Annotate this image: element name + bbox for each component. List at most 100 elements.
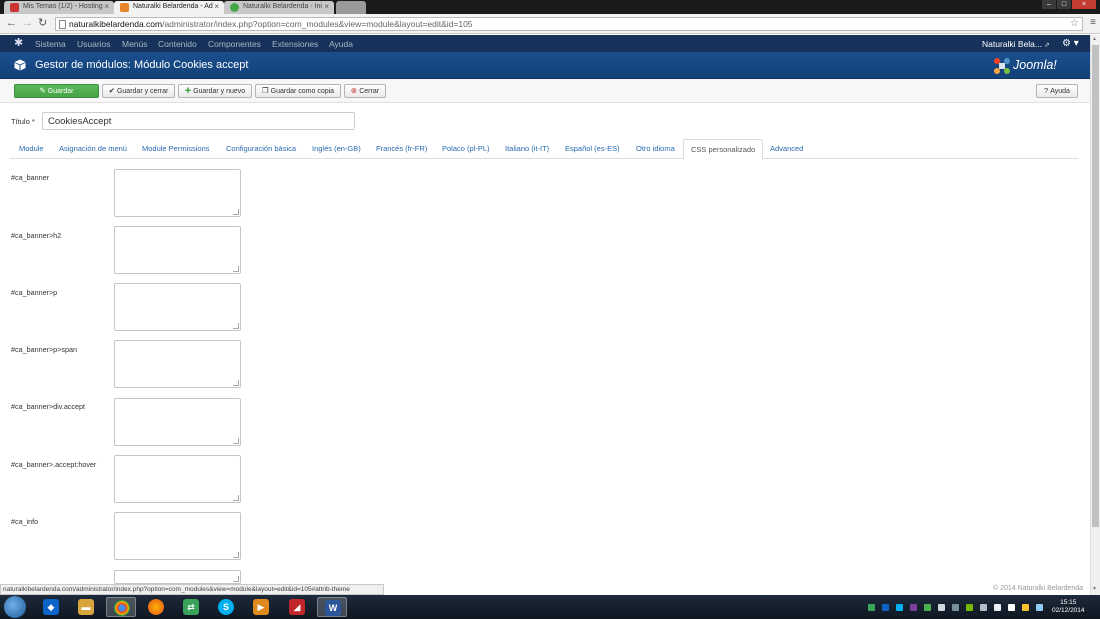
menu-usuarios[interactable]: Usuarios xyxy=(77,39,111,49)
site-link[interactable]: Naturalki Bela... ⇗ xyxy=(982,39,1050,49)
taskbar-filezilla[interactable]: ◢ xyxy=(282,597,312,617)
windows-taskbar: ◆ ▬ ⇄ S ▶ ◢ W xyxy=(0,595,1100,619)
field-label-ca-banner-h2: #ca_banner>h2 xyxy=(11,231,62,240)
close-tab-icon[interactable]: × xyxy=(324,2,329,11)
taskbar-word[interactable]: W xyxy=(317,597,347,617)
css-textarea-ca-banner[interactable] xyxy=(114,169,241,217)
taskbar-dropbox[interactable]: ◆ xyxy=(36,597,66,617)
module-tabs: Module Asignación de menú Module Permiss… xyxy=(10,139,1078,160)
browser-menu-icon[interactable]: ≡ xyxy=(1090,18,1096,28)
tab-advanced[interactable]: Advanced xyxy=(770,144,803,153)
menu-componentes[interactable]: Componentes xyxy=(208,39,261,49)
joomla-favicon-icon xyxy=(120,3,129,12)
field-label-ca-banner-accept: #ca_banner>div.accept xyxy=(11,402,85,411)
close-tab-icon[interactable]: × xyxy=(214,2,219,11)
css-textarea-ca-banner-accept-hover[interactable] xyxy=(114,455,241,503)
back-arrow-icon[interactable]: ← xyxy=(6,18,17,29)
save-close-label: Guardar y cerrar xyxy=(116,88,169,95)
css-textarea-ca-info[interactable] xyxy=(114,512,241,560)
start-button[interactable] xyxy=(4,596,26,618)
scroll-down-icon[interactable]: ▼ xyxy=(1092,586,1097,592)
save-close-button[interactable]: ✔ Guardar y cerrar xyxy=(102,84,175,98)
css-textarea-ca-banner-h2[interactable] xyxy=(114,226,241,274)
reload-icon[interactable]: ↻ xyxy=(38,18,47,29)
tray-sync-icon[interactable] xyxy=(868,604,875,611)
tray-flag-icon[interactable] xyxy=(1008,604,1015,611)
menu-sistema[interactable]: Sistema xyxy=(35,39,66,49)
help-button[interactable]: ? Ayuda xyxy=(1036,84,1078,98)
tray-nvidia-icon[interactable] xyxy=(966,604,973,611)
bookmark-star-icon[interactable]: ☆ xyxy=(1070,18,1079,29)
field-label-ca-banner-p: #ca_banner>p xyxy=(11,288,58,297)
plus-icon: ✚ xyxy=(184,86,192,95)
taskbar-chrome[interactable] xyxy=(106,597,136,617)
minimize-icon[interactable]: – xyxy=(1042,0,1056,9)
page-scrollbar[interactable]: ▲ ▼ xyxy=(1090,35,1100,595)
taskbar-network[interactable]: ⇄ xyxy=(176,597,206,617)
taskbar-media[interactable]: ▶ xyxy=(246,597,276,617)
window-close-icon[interactable]: × xyxy=(1072,0,1096,9)
taskbar-skype[interactable]: S xyxy=(211,597,241,617)
scroll-up-icon[interactable]: ▲ xyxy=(1092,36,1097,42)
save-new-button[interactable]: ✚ Guardar y nuevo xyxy=(178,84,252,98)
close-button[interactable]: ⊗ Cerrar xyxy=(344,84,386,98)
save-button[interactable]: ✎ Guardar xyxy=(14,84,99,98)
gmail-favicon-icon xyxy=(10,3,19,12)
tab-italian[interactable]: Italiano (it-IT) xyxy=(505,144,549,153)
tray-onenote-icon[interactable] xyxy=(910,604,917,611)
url-field[interactable]: naturalkibelardenda.com/administrator/in… xyxy=(55,17,1083,31)
browser-tab-inicio[interactable]: Naturalki Belardenda - Ini × xyxy=(224,1,334,14)
tab-module[interactable]: Module xyxy=(19,144,44,153)
joomla-logo-icon[interactable]: ✱ xyxy=(14,38,23,49)
menu-ayuda[interactable]: Ayuda xyxy=(329,39,353,49)
browser-tab-strip: Mis Temas (1/2) - Hosting × Naturalki Be… xyxy=(0,0,1100,14)
taskbar-firefox[interactable] xyxy=(141,597,171,617)
filezilla-icon: ◢ xyxy=(289,599,305,615)
tab-menu-assignment[interactable]: Asignación de menú xyxy=(59,144,127,153)
menu-menus[interactable]: Menús xyxy=(122,39,148,49)
taskbar-explorer[interactable]: ▬ xyxy=(71,597,101,617)
tray-display-icon[interactable] xyxy=(1036,604,1043,611)
tray-device-icon[interactable] xyxy=(938,604,945,611)
taskbar-clock[interactable]: 15:15 02/12/2014 xyxy=(1052,599,1085,615)
save-copy-button[interactable]: ❐ Guardar como copia xyxy=(255,84,341,98)
tab-polish[interactable]: Polaco (pl-PL) xyxy=(442,144,490,153)
tray-skype-icon[interactable] xyxy=(896,604,903,611)
dropbox-icon: ◆ xyxy=(43,599,59,615)
scroll-thumb[interactable] xyxy=(1092,45,1099,527)
menu-extensiones[interactable]: Extensiones xyxy=(272,39,318,49)
question-circle-icon: ? xyxy=(1044,86,1049,95)
close-label: Cerrar xyxy=(359,88,380,95)
clock-time: 15:15 xyxy=(1060,599,1077,606)
tab-french[interactable]: Francés (fr-FR) xyxy=(376,144,427,153)
word-icon: W xyxy=(325,600,341,616)
new-tab-button[interactable] xyxy=(336,1,366,14)
title-input[interactable]: CookiesAccept xyxy=(42,112,355,130)
tray-dropbox-icon[interactable] xyxy=(882,604,889,611)
site-name: Naturalki Bela... xyxy=(982,39,1042,49)
tray-settings-icon[interactable] xyxy=(952,604,959,611)
menu-contenido[interactable]: Contenido xyxy=(158,39,197,49)
tab-module-permissions[interactable]: Module Permissions xyxy=(142,144,210,153)
css-textarea-ca-banner-p[interactable] xyxy=(114,283,241,331)
tab-custom-css[interactable]: CSS personalizado xyxy=(683,139,764,160)
tray-volume-icon[interactable] xyxy=(994,604,1001,611)
browser-tab-mis-temas[interactable]: Mis Temas (1/2) - Hosting × xyxy=(4,1,114,14)
clock-date: 02/12/2014 xyxy=(1052,607,1085,614)
tray-app-icon[interactable] xyxy=(924,604,931,611)
css-textarea-ca-banner-accept[interactable] xyxy=(114,398,241,446)
tray-network-icon[interactable] xyxy=(980,604,987,611)
css-textarea-ca-banner-p-span[interactable] xyxy=(114,340,241,388)
maximize-icon[interactable]: □ xyxy=(1057,0,1071,9)
tab-other-language[interactable]: Otro idioma xyxy=(636,144,675,153)
tab-english[interactable]: Inglés (en-GB) xyxy=(312,144,361,153)
forward-arrow-icon[interactable]: → xyxy=(22,18,33,29)
address-bar: ← → ↻ naturalkibelardenda.com/administra… xyxy=(0,14,1100,34)
user-gear-icon[interactable]: ⚙ ▾ xyxy=(1062,38,1079,49)
tab-basic-config[interactable]: Configuración básica xyxy=(226,144,296,153)
css-textarea-partial[interactable] xyxy=(114,570,241,584)
close-tab-icon[interactable]: × xyxy=(104,2,109,11)
browser-tab-admin[interactable]: Naturalki Belardenda - Ad × xyxy=(114,1,224,14)
tray-notification-icon[interactable] xyxy=(1022,604,1029,611)
tab-spanish[interactable]: Español (es-ES) xyxy=(565,144,620,153)
